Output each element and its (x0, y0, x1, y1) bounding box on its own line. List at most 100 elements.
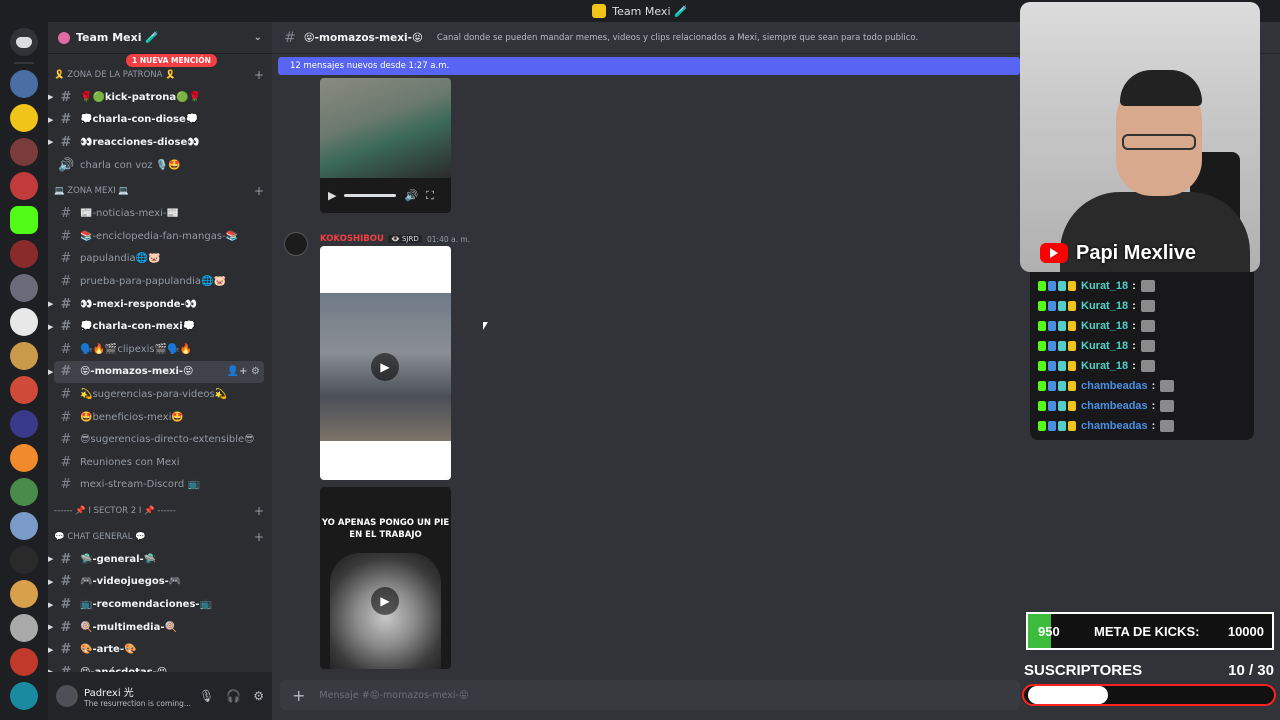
channel-topic[interactable]: Canal donde se pueden mandar memes, vide… (437, 33, 918, 43)
channel-title: 😝-momazos-mexi-😝 (303, 31, 423, 44)
server-icon[interactable] (10, 682, 38, 710)
fullscreen-icon[interactable]: ⛶ (426, 189, 434, 203)
headphones-icon[interactable]: 🎧 (226, 689, 241, 703)
server-icon[interactable] (10, 70, 38, 98)
channel-label: 🛸-general-🛸 (80, 553, 157, 565)
sidebar-channel[interactable]: # 📰-noticias-mexi-📰 (54, 202, 264, 225)
channel-label: 📺-recomendaciones-📺 (80, 599, 213, 611)
subscriber-goal-count: 10 / 30 (1228, 661, 1274, 679)
server-icon[interactable] (10, 308, 38, 336)
add-channel-icon[interactable]: + (254, 184, 264, 198)
server-icon[interactable] (10, 614, 38, 642)
channel-category[interactable]: 🎗️ Zona de la Patrona 🎗️ 1 NUEVA MENCIÓN + (54, 54, 264, 86)
sidebar-channel[interactable]: # mexi-stream-Discord 📺 (54, 474, 264, 497)
volume-icon[interactable]: 🔊 (404, 189, 418, 202)
sidebar-channel[interactable]: # prueba-para-papulandia🌐🐷 (54, 270, 264, 293)
video-frame (320, 78, 451, 178)
chat-separator: : (1151, 420, 1156, 432)
gear-icon[interactable]: ⚙ (253, 689, 264, 703)
microphone-icon[interactable]: 🎙 (199, 689, 214, 703)
volume-slider[interactable] (344, 194, 397, 197)
kick-goal-current: 950 (1038, 623, 1060, 639)
kick-server-icon[interactable] (10, 206, 38, 234)
chat-badges-icon (1038, 301, 1076, 311)
sidebar-channel[interactable]: ▶ # 🌹🟢kick-patrona🟢🌹 (48, 86, 264, 109)
guild-icon (58, 31, 70, 44)
chat-badges-icon (1038, 281, 1076, 291)
play-icon[interactable]: ▶ (371, 587, 399, 615)
chat-separator: : (1151, 380, 1156, 392)
video-attachment[interactable]: ▶ (320, 246, 451, 480)
sidebar-channel[interactable]: # 🗣️🔥🎬clipexis🎬🗣️🔥 (54, 338, 264, 361)
server-icon[interactable] (10, 512, 38, 540)
unread-indicator-icon: ▶ (48, 322, 54, 331)
avatar[interactable] (56, 685, 78, 707)
streamer-cap (1120, 70, 1202, 106)
sidebar-channel[interactable]: ▶ # 💭charla-con-mexi💭 (48, 315, 264, 338)
server-icon[interactable] (10, 410, 38, 438)
channel-category[interactable]: 💬 CHAT GENERAL 💬 + (54, 526, 264, 548)
server-icon[interactable] (10, 580, 38, 608)
sidebar-channel[interactable]: # Reuniones con Mexi (54, 451, 264, 474)
sidebar-channel[interactable]: # 🤩beneficios-mexi🤩 (54, 406, 264, 429)
hashtag-icon: # (60, 273, 72, 289)
server-icon[interactable] (10, 478, 38, 506)
channel-category[interactable]: 💻 ZONA MEXI 💻 + (54, 180, 264, 202)
channel-label: charla con voz 🎙️🤩 (80, 159, 181, 171)
server-icon[interactable] (10, 444, 38, 472)
new-mention-badge[interactable]: 1 NUEVA MENCIÓN (126, 54, 217, 67)
sidebar-channel[interactable]: ▶ # 🍭-multimedia-🍭 (48, 616, 264, 639)
play-icon[interactable]: ▶ (371, 353, 399, 381)
hashtag-icon: # (60, 597, 72, 613)
chat-message: chambeadas: (1038, 416, 1246, 436)
composer-placeholder[interactable]: Mensaje #😝-momazos-mexi-😝 (319, 690, 468, 701)
sidebar-channel[interactable]: # 💫sugerencias-para-videos💫 (54, 383, 264, 406)
play-icon[interactable]: ▶ (328, 189, 336, 202)
chat-separator: : (1132, 360, 1136, 372)
server-icon[interactable] (10, 342, 38, 370)
server-icon[interactable] (10, 546, 38, 574)
channel-category[interactable]: ------ 📌 I SECTOR 2 I 📌 ------ + (54, 500, 264, 522)
add-channel-icon[interactable]: + (254, 68, 264, 82)
sidebar-channel[interactable]: ▶ # 🛸-general-🛸 (48, 548, 264, 571)
sidebar-channel[interactable]: ▶ # 😝-momazos-mexi-😝 👤+ ⚙ (48, 360, 264, 384)
add-attachment-icon[interactable]: + (292, 686, 305, 705)
emote-icon (1140, 300, 1155, 312)
message-composer[interactable]: + Mensaje #😝-momazos-mexi-😝 (280, 680, 1020, 710)
sidebar-channel[interactable]: ▶ # 🎨-arte-🎨 (48, 638, 264, 661)
sidebar-channel[interactable]: ▶ # 🎮-videojuegos-🎮 (48, 571, 264, 594)
video-attachment[interactable]: ▶ 🔊 ⛶ (320, 78, 451, 213)
server-icon-team-mexi[interactable] (10, 104, 38, 132)
sidebar-channel[interactable]: # 😎sugerencias-directo-extensible😎 (54, 428, 264, 451)
sidebar-channel[interactable]: ▶ # 📺-recomendaciones-📺 (48, 593, 264, 616)
hashtag-icon: # (60, 551, 72, 567)
server-icon[interactable] (10, 376, 38, 404)
server-icon[interactable] (10, 274, 38, 302)
hashtag-icon: # (60, 432, 72, 448)
channel-settings-icon[interactable]: 👤+ ⚙ (227, 366, 264, 377)
sidebar-channel[interactable]: 🔊 charla con voz 🎙️🤩 (54, 154, 264, 177)
server-icon[interactable] (10, 172, 38, 200)
new-messages-banner[interactable]: 12 mensajes nuevos desde 1:27 a.m. (278, 57, 1020, 75)
sidebar-channel[interactable]: # papulandia🌐🐷 (54, 248, 264, 271)
server-icon[interactable] (10, 648, 38, 676)
add-channel-icon[interactable]: + (254, 530, 264, 544)
sidebar-channel[interactable]: ▶ # 💭charla-con-diose💭 (48, 109, 264, 132)
server-icon[interactable] (10, 138, 38, 166)
video-attachment[interactable]: YO APENAS PONGO UN PIE EN EL TRABAJO ▶ (320, 487, 451, 669)
guild-header[interactable]: Team Mexi 🧪 ⌄ (48, 22, 272, 54)
sidebar-channel[interactable]: ▶ # 👀reacciones-diose👀 (48, 131, 264, 154)
sidebar-channel[interactable]: ▶ # 👀-mexi-responde-👀 (48, 293, 264, 316)
category-label: ------ 📌 I SECTOR 2 I 📌 ------ (54, 506, 176, 517)
discord-home-icon[interactable] (10, 28, 38, 56)
sidebar-channel[interactable]: # 📚-enciclopedia-fan-mangas-📚 (54, 225, 264, 248)
chat-username: chambeadas (1081, 380, 1148, 392)
hashtag-icon: # (60, 454, 72, 470)
message-author[interactable]: KOKOSHIBOU (320, 234, 384, 244)
add-channel-icon[interactable]: + (254, 504, 264, 518)
channel-label: 🌹🟢kick-patrona🟢🌹 (80, 91, 201, 103)
avatar[interactable] (284, 232, 308, 256)
unread-indicator-icon: ▶ (48, 367, 54, 376)
server-icon[interactable] (10, 240, 38, 268)
username: Padrexi 光 (84, 688, 134, 699)
